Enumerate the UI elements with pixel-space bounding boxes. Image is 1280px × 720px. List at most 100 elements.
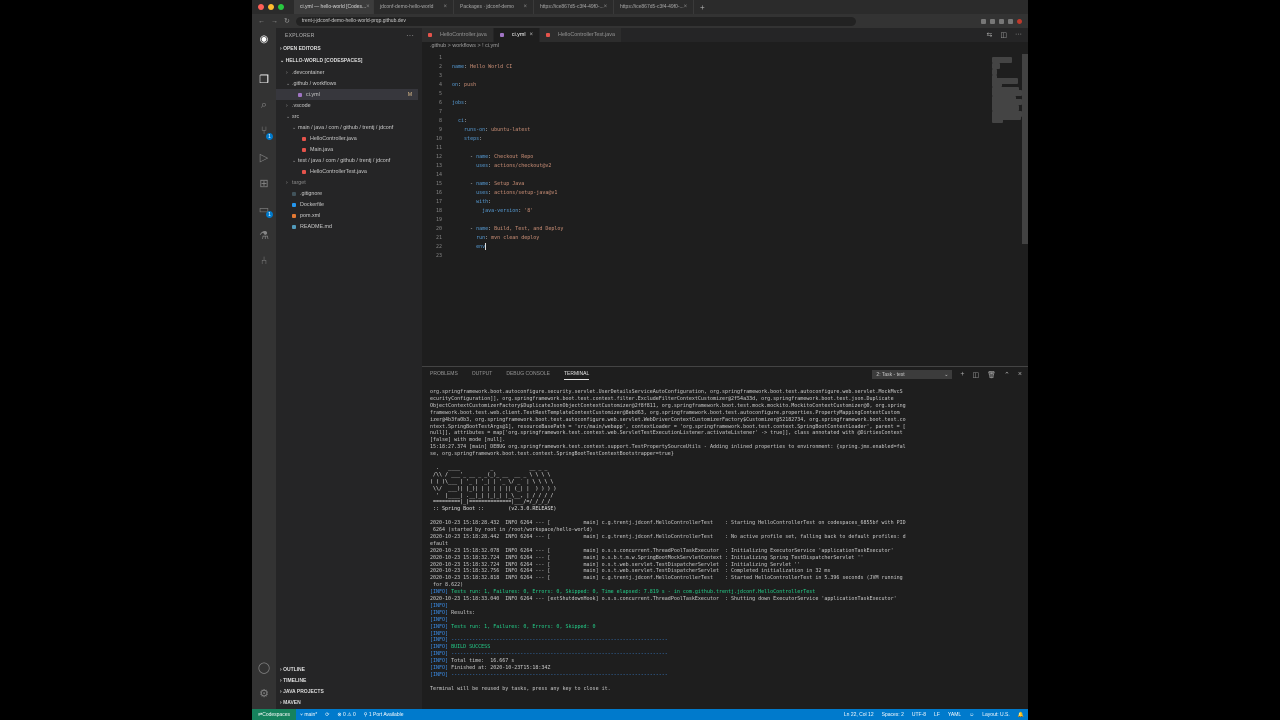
tree-item-test-package[interactable]: ⌄ test / java / com / github / trentj / j… xyxy=(276,155,418,166)
tree-item-src[interactable]: ⌄ src xyxy=(276,111,418,122)
profile-icon[interactable] xyxy=(1017,18,1022,24)
tree-item-vscode[interactable]: › .vscode xyxy=(276,100,418,111)
close-tab-icon[interactable]: × xyxy=(530,32,534,38)
keyboard-layout[interactable]: Layout: U.S. xyxy=(978,712,1014,718)
address-bar[interactable]: trent-j-jdconf-demo-hello-world-prqp.git… xyxy=(295,16,856,26)
extension-icon[interactable] xyxy=(981,18,986,24)
search-icon[interactable]: ⌕ xyxy=(257,98,271,112)
tree-item-readme[interactable]: README.md xyxy=(276,221,418,232)
kill-terminal-icon[interactable]: 🗑 xyxy=(987,371,996,379)
github-icon[interactable]: ⑃ xyxy=(257,254,271,268)
tree-item-devcontainer[interactable]: › .devcontainer xyxy=(276,67,418,78)
more-actions-icon[interactable]: ··· xyxy=(406,31,414,40)
maximize-panel-icon[interactable]: ⌃ xyxy=(1004,371,1010,379)
branch-indicator[interactable]: ⑂ main* xyxy=(296,712,321,718)
split-editor-icon[interactable]: ◫ xyxy=(1000,31,1007,39)
line-number: 8 xyxy=(438,118,442,124)
extension-icon[interactable] xyxy=(1008,18,1013,24)
extension-icon[interactable] xyxy=(999,18,1004,24)
browser-tab[interactable]: ci.yml — hello-world [Codes... × xyxy=(294,0,374,14)
java-projects-section[interactable]: › JAVA PROJECTS xyxy=(280,689,324,695)
problems-indicator[interactable]: ⊗ 0 ⚠ 0 xyxy=(333,712,359,718)
panel-actions: 2: Task - test ⌄ + ◫ 🗑 ⌃ × xyxy=(872,370,1022,379)
end-of-line[interactable]: LF xyxy=(930,712,944,718)
tab-problems[interactable]: PROBLEMS xyxy=(430,371,458,380)
close-tab-icon[interactable]: × xyxy=(604,4,608,10)
back-icon[interactable]: ← xyxy=(258,18,265,25)
split-terminal-icon[interactable]: ◫ xyxy=(973,371,980,379)
testing-icon[interactable]: ⚗ xyxy=(257,228,271,242)
manage-gear-icon[interactable]: ⚙ xyxy=(257,686,271,700)
explorer-icon[interactable]: ❐ xyxy=(257,72,271,86)
maven-section[interactable]: › MAVEN xyxy=(280,700,301,706)
editor-tab-hellocontroller[interactable]: HelloController.java xyxy=(422,28,494,42)
new-terminal-icon[interactable]: + xyxy=(960,371,964,378)
accounts-icon[interactable]: ◯ xyxy=(257,660,271,674)
editor-tab-hellocontrollertest[interactable]: HelloControllerTest.java xyxy=(540,28,622,42)
extension-icon[interactable] xyxy=(990,18,995,24)
close-panel-icon[interactable]: × xyxy=(1018,371,1022,378)
tree-item-gitignore[interactable]: .gitignore xyxy=(276,188,418,199)
close-tab-icon[interactable]: × xyxy=(366,4,370,10)
tree-item-target[interactable]: › target xyxy=(276,177,418,188)
tree-item-hellocontroller[interactable]: HelloController.java xyxy=(276,133,418,144)
notifications-icon[interactable]: 🔔 xyxy=(1014,712,1028,718)
tree-item-pom-xml[interactable]: pom.xml xyxy=(276,210,418,221)
tree-item-ci-yml[interactable]: ci.yml M xyxy=(276,89,418,100)
feedback-icon[interactable]: ☺ xyxy=(965,712,978,718)
terminal-select[interactable]: 2: Task - test ⌄ xyxy=(872,370,953,379)
line-number: 2 xyxy=(438,64,442,70)
indentation[interactable]: Spaces: 2 xyxy=(878,712,908,718)
sync-icon[interactable]: ⟳ xyxy=(321,712,333,718)
browser-tab[interactable]: https://ice867d5-c3f4-49f0-... × xyxy=(614,0,694,14)
language-mode[interactable]: YAML xyxy=(944,712,965,718)
close-tab-icon[interactable]: × xyxy=(443,4,447,10)
tab-terminal[interactable]: TERMINAL xyxy=(563,371,590,380)
editor-tab-ci-yml[interactable]: ci.yml × xyxy=(493,28,541,42)
remote-indicator[interactable]: ⇌ Codespaces xyxy=(252,709,296,720)
timeline-section[interactable]: › TIMELINE xyxy=(280,678,306,684)
run-debug-icon[interactable]: ▷ xyxy=(257,150,271,164)
ports-indicator[interactable]: ⚲ 1 Port Available xyxy=(360,712,408,718)
open-editors-section[interactable]: › OPEN EDITORS xyxy=(280,46,321,52)
reload-icon[interactable]: ↻ xyxy=(284,17,290,25)
close-tab-icon[interactable]: × xyxy=(523,4,527,10)
remote-explorer-icon[interactable]: ▭ 1 xyxy=(257,202,273,218)
new-tab-icon[interactable]: + xyxy=(700,3,705,12)
tree-item-hellocontrollertest[interactable]: HelloControllerTest.java xyxy=(276,166,418,177)
forward-icon[interactable]: → xyxy=(271,18,278,25)
tree-item-main-package[interactable]: ⌄ main / java / com / github / trentj / j… xyxy=(276,122,418,133)
cursor-position[interactable]: Ln 22, Col 12 xyxy=(840,712,878,718)
outline-section[interactable]: › OUTLINE xyxy=(280,667,305,673)
code-token: - xyxy=(452,226,477,232)
terminal-output[interactable]: org.springframework.boot.autoconfigure.s… xyxy=(430,389,1022,705)
section-label: MAVEN xyxy=(283,700,301,706)
more-actions-icon[interactable]: ··· xyxy=(1015,31,1022,39)
tab-debug-console[interactable]: DEBUG CONSOLE xyxy=(506,371,550,380)
line-number: 18 xyxy=(435,208,442,214)
close-window-icon[interactable] xyxy=(258,4,264,10)
tree-item-github-workflows[interactable]: ⌄ .github / workflows xyxy=(276,78,418,89)
extensions-icon[interactable]: ⊞ xyxy=(257,176,271,190)
line-number: 17 xyxy=(435,199,442,205)
code-token: actions/setup-java@v1 xyxy=(491,190,558,196)
code-token: with xyxy=(476,199,489,205)
close-tab-icon[interactable]: × xyxy=(684,4,688,10)
tree-item-main-java[interactable]: Main.java xyxy=(276,144,418,155)
tree-item-dockerfile[interactable]: Dockerfile xyxy=(276,199,418,210)
tab-output[interactable]: OUTPUT xyxy=(472,371,493,380)
browser-tab[interactable]: Packages · jdconf-demo × xyxy=(454,0,534,14)
minimize-window-icon[interactable] xyxy=(268,4,274,10)
source-control-icon[interactable]: ⑂ 1 xyxy=(257,124,273,140)
codespaces-icon[interactable]: ◉ xyxy=(257,32,271,46)
browser-tab[interactable]: jdconf-demo-hello-world × xyxy=(374,0,454,14)
open-changes-icon[interactable]: ⇆ xyxy=(987,31,993,39)
maximize-window-icon[interactable] xyxy=(278,4,284,10)
browser-tabstrip: ci.yml — hello-world [Codes... × jdconf-d… xyxy=(252,0,1028,14)
breadcrumb[interactable]: .github > workflows > ! ci.yml xyxy=(430,43,499,49)
workspace-section[interactable]: ⌄ HELLO-WORLD [CODESPACES] xyxy=(280,58,362,64)
editor-scrollbar[interactable] xyxy=(1022,54,1028,244)
encoding[interactable]: UTF-8 xyxy=(908,712,930,718)
browser-tab[interactable]: https://ice867d5-c3f4-49f0-... × xyxy=(534,0,614,14)
